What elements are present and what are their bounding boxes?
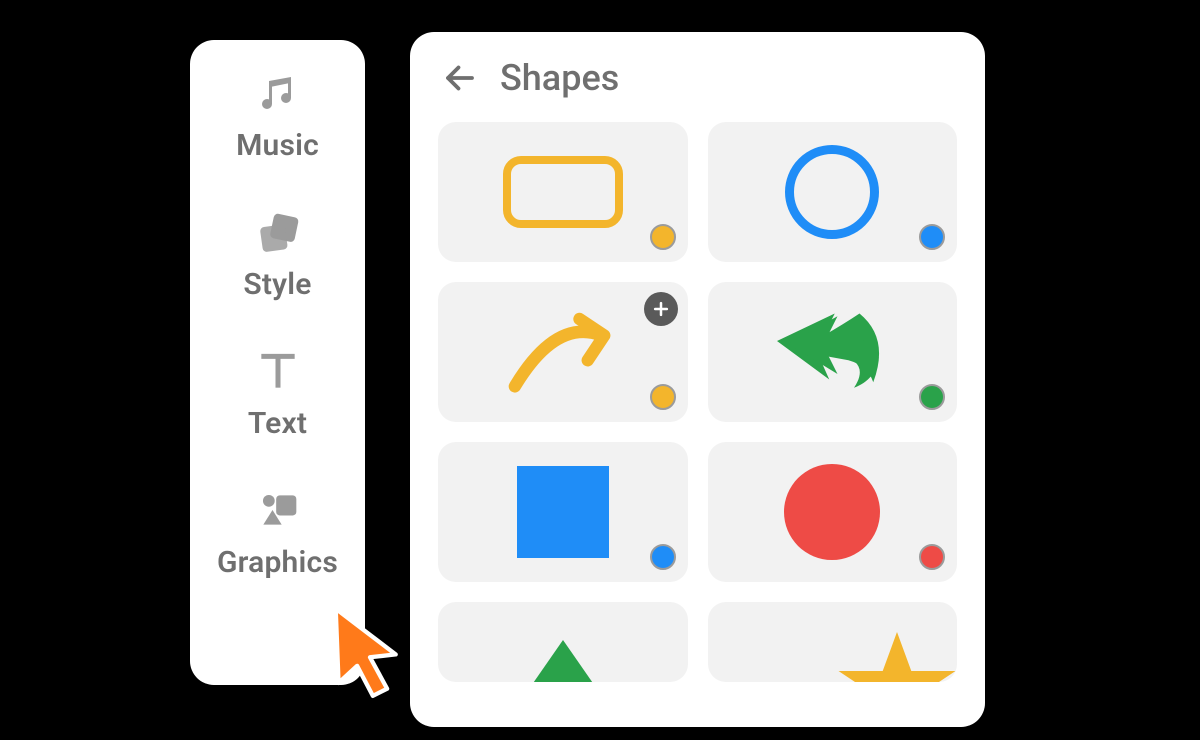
shape-tile-arrow-left[interactable] [708,282,958,422]
graphics-icon [250,485,306,535]
circle-outline-icon [785,145,879,239]
rounded-rectangle-icon [503,156,623,228]
shape-tile-rounded-rectangle[interactable] [438,122,688,262]
circle-icon [784,464,880,560]
shape-tile-star[interactable] [708,602,958,682]
shape-tile-triangle[interactable] [438,602,688,682]
sidebar-item-label: Text [248,406,307,441]
square-icon [517,466,609,558]
sidebar-item-label: Graphics [217,545,338,580]
triangle-icon [513,640,613,682]
color-dot[interactable] [919,384,945,410]
add-button[interactable] [644,292,678,326]
arrow-left-icon [757,297,907,407]
sidebar-item-label: Music [236,128,319,163]
shape-tile-circle-outline[interactable] [708,122,958,262]
sidebar: Music Style Text Graphics [190,40,365,685]
panel-title: Shapes [500,57,619,99]
color-dot[interactable] [650,384,676,410]
sidebar-item-graphics[interactable]: Graphics [190,485,365,580]
shape-tile-square[interactable] [438,442,688,582]
shapes-grid [438,122,957,682]
back-button[interactable] [438,56,482,100]
shape-tile-arrow-right[interactable] [438,282,688,422]
shapes-panel: Shapes [410,32,985,727]
sidebar-item-music[interactable]: Music [190,68,365,163]
sidebar-item-text[interactable]: Text [190,346,365,441]
color-dot[interactable] [919,224,945,250]
color-dot[interactable] [919,544,945,570]
color-dot[interactable] [650,224,676,250]
arrow-right-icon [493,297,633,407]
shape-tile-circle[interactable] [708,442,958,582]
color-dot[interactable] [650,544,676,570]
text-icon [250,346,306,396]
panel-header: Shapes [438,56,957,100]
style-icon [250,207,306,257]
sidebar-item-label: Style [243,267,311,302]
music-icon [250,68,306,118]
sidebar-item-style[interactable]: Style [190,207,365,302]
